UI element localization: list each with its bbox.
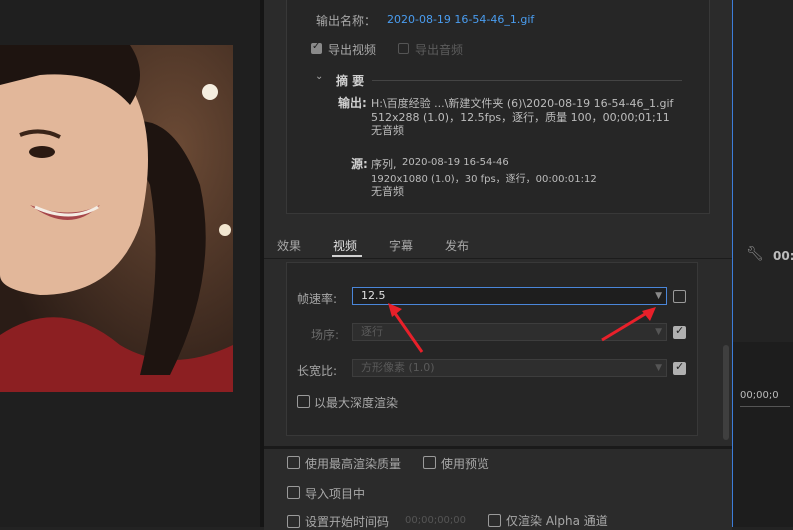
use-previews-label: 使用预览 (441, 457, 490, 471)
annotation-arrows (388, 303, 656, 353)
max-render-quality-label: 使用最高渲染质量 (305, 457, 402, 471)
export-video-label: 导出视频 (328, 43, 377, 57)
aspect-ratio-label: 长宽比: (297, 364, 338, 378)
output-name-link[interactable]: 2020-08-19 16-54-46_1.gif (387, 13, 534, 26)
timeline-ruler-label: 00;00;0 (740, 390, 779, 401)
tab-captions[interactable]: 字幕 (389, 237, 413, 254)
output-audio: 无音频 (371, 124, 404, 137)
wrench-icon[interactable]: 🔧︎ (746, 246, 764, 262)
import-into-project-label: 导入项目中 (305, 487, 366, 501)
frame-rate-match-checkbox[interactable] (673, 290, 686, 303)
use-previews-checkbox[interactable] (423, 456, 436, 469)
scrollbar-thumb[interactable] (723, 345, 729, 440)
set-start-timecode-checkbox[interactable] (287, 515, 300, 528)
output-name-label: 输出名称： (316, 14, 377, 28)
source-sequence: 2020-08-19 16-54-46 (402, 157, 509, 168)
export-audio-label: 导出音频 (415, 43, 464, 57)
frame-rate-label: 帧速率: (297, 292, 338, 306)
source-spec: 1920x1080 (1.0)，30 fps，逐行，00:00:01:12 (371, 174, 597, 185)
timeline-tracks[interactable] (733, 342, 793, 527)
tab-publish[interactable]: 发布 (445, 237, 469, 254)
preview-image (0, 45, 233, 392)
active-tab-indicator (332, 255, 362, 257)
max-render-quality-checkbox[interactable] (287, 456, 300, 469)
chevron-down-icon[interactable]: ⌄ (315, 71, 323, 82)
tab-effects[interactable]: 效果 (277, 237, 301, 254)
start-timecode-value[interactable]: 00;00;00;00 (405, 515, 466, 526)
field-order-label: 场序: (311, 328, 340, 342)
tab-video[interactable]: 视频 (333, 237, 357, 254)
set-start-timecode-label: 设置开始时间码 (305, 515, 390, 529)
source-label: 源: (351, 157, 368, 171)
render-alpha-only-label: 仅渲染 Alpha 通道 (506, 514, 608, 528)
summary-title: 摘 要 (336, 74, 365, 88)
timeline-timecode: 00: (773, 249, 793, 263)
max-depth-label: 以最大深度渲染 (314, 396, 399, 410)
summary-divider (372, 80, 682, 81)
source-audio: 无音频 (371, 185, 404, 198)
timeline-ruler (740, 406, 790, 407)
output-spec: 512x288 (1.0)，12.5fps，逐行，质量 100，00;00;01… (371, 111, 670, 124)
export-audio-checkbox[interactable] (398, 43, 409, 54)
video-preview-frame (0, 45, 233, 392)
aspect-ratio-match-checkbox[interactable] (673, 360, 686, 375)
render-alpha-only-checkbox[interactable] (488, 514, 501, 527)
field-order-match-checkbox[interactable] (673, 324, 686, 339)
max-depth-checkbox[interactable] (297, 395, 310, 408)
output-label: 输出: (338, 96, 367, 110)
import-into-project-checkbox[interactable] (287, 486, 300, 499)
export-video-checkbox[interactable] (311, 41, 322, 54)
